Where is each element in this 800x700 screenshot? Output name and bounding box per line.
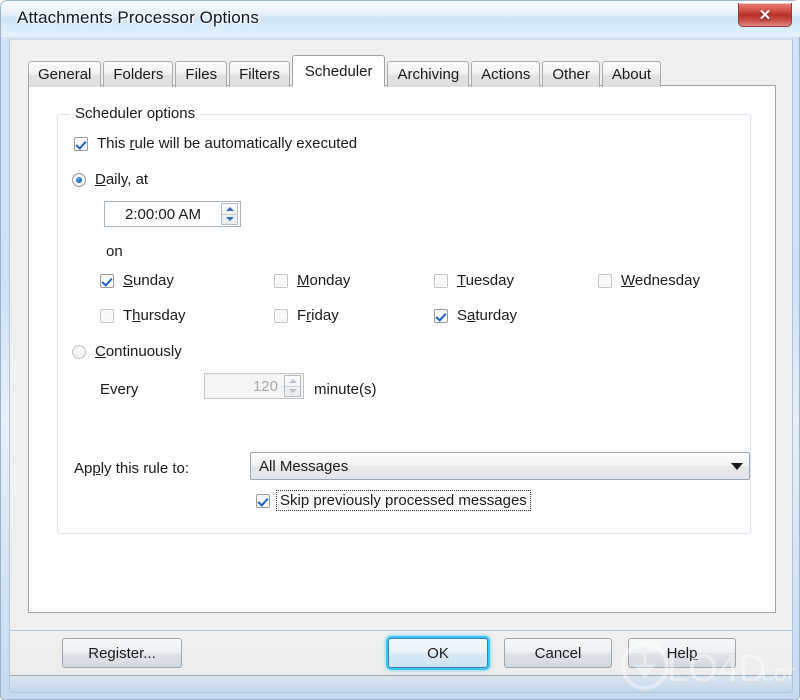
daily-radio[interactable]	[72, 172, 86, 187]
continuously-radio-row[interactable]: Continuously	[72, 343, 182, 360]
minutes-label: minute(s)	[314, 381, 377, 398]
auto-execute-checkbox[interactable]	[74, 136, 88, 151]
groupbox-title: Scheduler options	[70, 105, 201, 122]
cancel-button[interactable]: Cancel	[504, 638, 612, 668]
scheduler-options-groupbox: Scheduler options This rule will be auto…	[57, 105, 751, 534]
day-sunday-row[interactable]: Sunday	[100, 272, 174, 289]
options-dialog-window: Attachments Processor Options ✕ General …	[0, 0, 800, 700]
day-tuesday-row[interactable]: Tuesday	[434, 272, 514, 289]
day-sunday-checkbox[interactable]	[100, 273, 114, 288]
day-friday-label: Friday	[297, 307, 339, 324]
day-thursday-checkbox[interactable]	[100, 308, 114, 323]
register-button[interactable]: Register...	[62, 638, 182, 668]
on-label: on	[106, 243, 123, 260]
day-saturday-label: Saturday	[457, 307, 518, 324]
daily-label: Daily, at	[95, 171, 149, 188]
footer-separator	[10, 675, 792, 676]
tab-folders[interactable]: Folders	[103, 61, 174, 87]
skip-processed-checkbox[interactable]	[256, 493, 270, 508]
close-icon: ✕	[758, 6, 772, 24]
tab-filters[interactable]: Filters	[229, 61, 290, 87]
tab-actions[interactable]: Actions	[471, 61, 541, 87]
chevron-down-icon[interactable]	[725, 462, 749, 470]
dialog-body: General Folders Files Filters Scheduler …	[9, 39, 793, 631]
continuously-radio[interactable]	[72, 344, 86, 359]
day-monday-label: Monday	[297, 272, 351, 289]
spin-down-icon[interactable]	[222, 213, 237, 225]
continuously-label: Continuously	[95, 343, 182, 360]
tab-about[interactable]: About	[601, 61, 662, 87]
title-bar: Attachments Processor Options ✕	[1, 1, 800, 37]
day-monday-checkbox[interactable]	[274, 273, 288, 288]
day-saturday-checkbox[interactable]	[434, 308, 448, 323]
skip-processed-label: Skip previously processed messages	[280, 492, 527, 509]
day-thursday-label: Thursday	[123, 307, 186, 324]
day-wednesday-checkbox[interactable]	[598, 273, 612, 288]
day-monday-row[interactable]: Monday	[274, 272, 350, 289]
day-wednesday-row[interactable]: Wednesday	[598, 272, 700, 289]
tab-strip: General Folders Files Filters Scheduler …	[28, 55, 663, 87]
interval-value[interactable]: 120	[205, 378, 284, 395]
day-tuesday-label: Tuesday	[457, 272, 514, 289]
tab-files[interactable]: Files	[175, 61, 228, 87]
every-label: Every	[100, 381, 139, 398]
day-friday-checkbox[interactable]	[274, 308, 288, 323]
tab-page-scheduler: Scheduler options This rule will be auto…	[28, 85, 776, 613]
day-friday-row[interactable]: Friday	[274, 307, 339, 324]
skip-processed-focus-rect: Skip previously processed messages	[276, 490, 531, 511]
skip-processed-row[interactable]: Skip previously processed messages	[256, 490, 531, 511]
close-button[interactable]: ✕	[738, 3, 792, 27]
tab-other[interactable]: Other	[542, 61, 600, 87]
day-saturday-row[interactable]: Saturday	[434, 307, 517, 324]
apply-rule-label: Apply this rule to:	[74, 460, 190, 477]
ok-button[interactable]: OK	[388, 638, 488, 668]
daily-time-spinedit[interactable]: 2:00:00 AM	[104, 201, 241, 227]
tab-general[interactable]: General	[28, 61, 102, 87]
day-wednesday-label: Wednesday	[621, 272, 700, 289]
day-sunday-label: Sunday	[123, 272, 174, 289]
daily-time-value[interactable]: 2:00:00 AM	[105, 206, 221, 223]
auto-execute-row[interactable]: This rule will be automatically executed	[74, 135, 357, 152]
interval-spin-up-icon[interactable]	[285, 376, 300, 386]
help-button[interactable]: Hel p	[628, 638, 736, 668]
dialog-footer: Register... OK Cancel Hel p	[9, 631, 793, 693]
apply-rule-selected-value: All Messages	[259, 457, 349, 475]
daily-time-spin-buttons[interactable]	[221, 203, 238, 225]
spin-up-icon[interactable]	[222, 204, 237, 214]
day-tuesday-checkbox[interactable]	[434, 273, 448, 288]
interval-spin-buttons[interactable]	[284, 375, 301, 397]
interval-spinedit[interactable]: 120	[204, 373, 304, 399]
auto-execute-label: This rule will be automatically executed	[97, 135, 358, 152]
window-title: Attachments Processor Options	[17, 8, 259, 27]
tab-archiving[interactable]: Archiving	[387, 61, 470, 87]
day-thursday-row[interactable]: Thursday	[100, 307, 186, 324]
daily-radio-row[interactable]: Daily, at	[72, 171, 148, 188]
interval-spin-down-icon[interactable]	[285, 385, 300, 397]
tab-scheduler[interactable]: Scheduler	[291, 55, 386, 87]
apply-rule-combobox[interactable]: All Messages	[250, 452, 750, 480]
